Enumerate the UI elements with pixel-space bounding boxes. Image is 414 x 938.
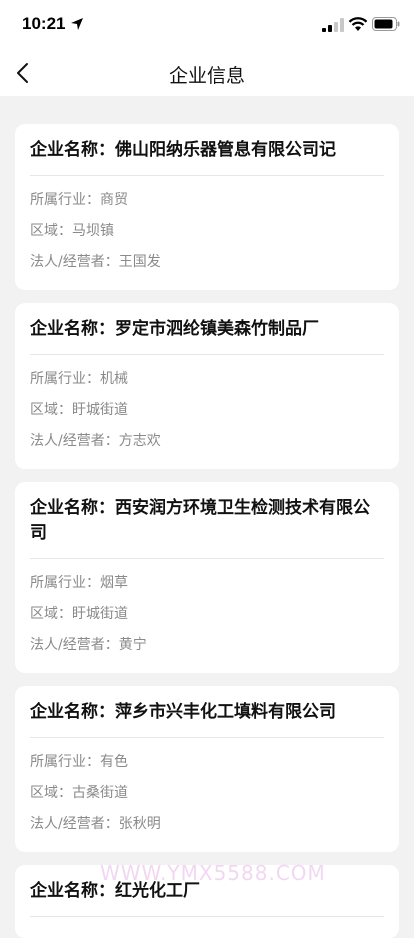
company-name: 企业名称：萍乡市兴丰化工填料有限公司: [30, 700, 384, 738]
watermark: WWW.YMX5588.COM: [100, 861, 326, 885]
company-card[interactable]: 企业名称：罗定市泗纶镇美森竹制品厂 所属行业：机械 区域：盱城街道 法人/经营者…: [15, 303, 399, 469]
area-field: 区域：古桑街道: [30, 785, 128, 801]
industry-field: 所属行业：商贸: [30, 192, 128, 208]
nav-bar: 企业信息: [0, 50, 414, 96]
industry-field: 所属行业：烟草: [30, 575, 128, 591]
company-card[interactable]: 企业名称：佛山阳纳乐器管息有限公司记 所属行业：商贸 区域：马坝镇 法人/经营者…: [15, 124, 399, 290]
company-name: 企业名称：西安润方环境卫生检测技术有限公司: [30, 496, 384, 559]
legal-person-field: 法人/经营者：方志欢: [30, 433, 161, 449]
company-name: 企业名称：佛山阳纳乐器管息有限公司记: [30, 138, 384, 176]
area-field: 区域：盱城街道: [30, 606, 128, 622]
location-arrow-icon: [71, 18, 83, 30]
legal-person-field: 法人/经营者：黄宁: [30, 637, 147, 653]
area-field: 区域：马坝镇: [30, 223, 114, 239]
area-field: 区域：盱城街道: [30, 402, 128, 418]
legal-person-field: 法人/经营者：张秋明: [30, 816, 161, 832]
company-name: 企业名称：罗定市泗纶镇美森竹制品厂: [30, 317, 384, 355]
status-bar: 10:21: [0, 0, 414, 50]
cellular-signal-icon: [322, 18, 344, 32]
battery-icon: [372, 17, 400, 31]
industry-field: 所属行业：机械: [30, 371, 128, 387]
page-title: 企业信息: [168, 65, 245, 87]
wifi-icon: [348, 17, 368, 31]
industry-field: 所属行业：有色: [30, 754, 128, 770]
company-list: 企业名称：佛山阳纳乐器管息有限公司记 所属行业：商贸 区域：马坝镇 法人/经营者…: [0, 96, 414, 938]
status-time: 10:21: [22, 14, 66, 33]
company-card[interactable]: 企业名称：萍乡市兴丰化工填料有限公司 所属行业：有色 区域：古桑街道 法人/经营…: [15, 686, 399, 852]
legal-person-field: 法人/经营者：王国发: [30, 254, 161, 270]
company-card[interactable]: 企业名称：西安润方环境卫生检测技术有限公司 所属行业：烟草 区域：盱城街道 法人…: [15, 482, 399, 673]
